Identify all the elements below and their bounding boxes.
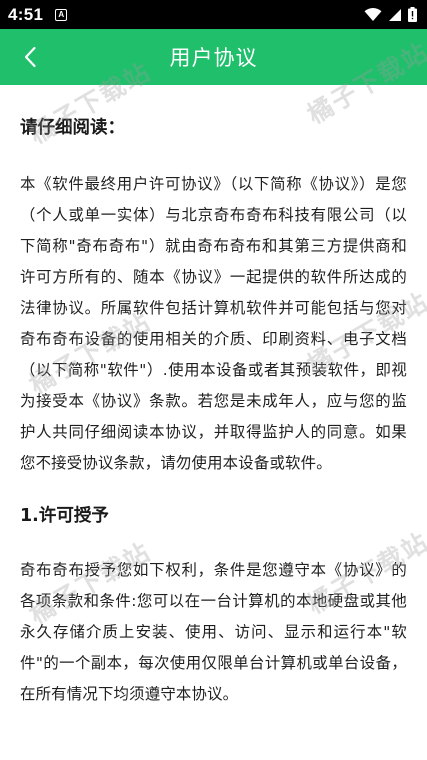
signal-icon	[389, 8, 401, 21]
chevron-left-icon	[24, 46, 36, 68]
app-bar: 用户协议	[0, 29, 427, 85]
notification-icon: A	[55, 8, 68, 21]
wifi-icon	[364, 7, 382, 21]
intro-heading: 请仔细阅读：	[20, 118, 125, 138]
status-time: 4:51	[8, 4, 44, 24]
battery-icon	[408, 7, 417, 22]
status-left: 4:51 A	[8, 4, 68, 25]
intro-paragraph: 本《软件最终用户许可协议》（以下简称《协议》）是您（个人或单一实体）与北京奇布奇…	[20, 175, 407, 472]
status-bar: 4:51 A	[0, 0, 427, 29]
screen: 4:51 A 用户协议 请仔细阅读： 本《软件最终用户许可协议》（以下简称《协议…	[0, 0, 427, 760]
status-icons	[364, 7, 417, 22]
agreement-content[interactable]: 请仔细阅读： 本《软件最终用户许可协议》（以下简称《协议》）是您（个人或单一实体…	[0, 85, 427, 760]
section1-paragraph: 奇布奇布授予您如下权利，条件是您遵守本《协议》的各项条款和条件:您可以在一台计算…	[20, 561, 407, 703]
back-button[interactable]	[14, 29, 46, 85]
page-title: 用户协议	[169, 46, 258, 70]
section1-heading: 1.许可授予	[20, 506, 109, 526]
